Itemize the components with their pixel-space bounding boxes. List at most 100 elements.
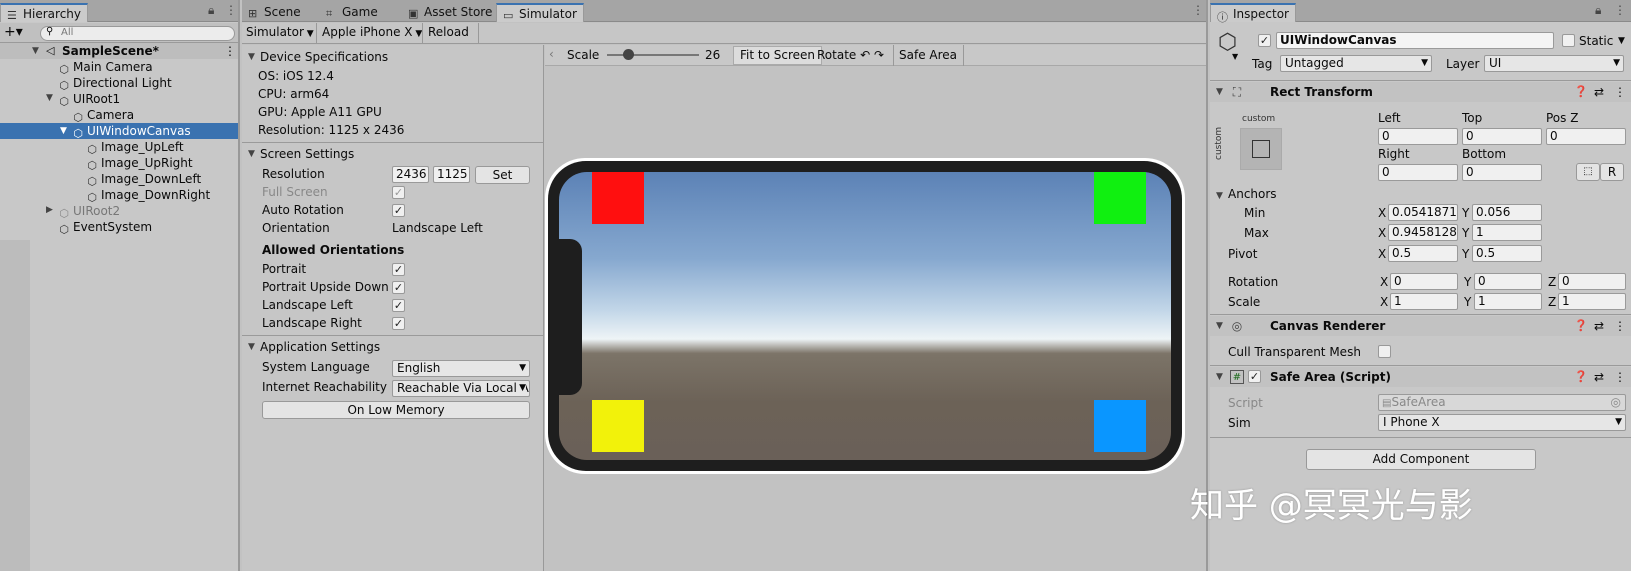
- preset-settings-icon[interactable]: ⇄: [1594, 82, 1604, 102]
- help-icon[interactable]: ❓: [1574, 82, 1588, 102]
- scale-y-field[interactable]: 1: [1474, 293, 1542, 310]
- component-menu-icon[interactable]: ⋮: [1614, 316, 1626, 336]
- collapse-arrow-icon[interactable]: ▶: [46, 205, 53, 215]
- tab-inspector[interactable]: ⓘ Inspector: [1210, 3, 1296, 24]
- panel-menu-icon[interactable]: ⋮: [1614, 3, 1627, 17]
- tag-dropdown[interactable]: Untagged ▼: [1280, 55, 1432, 72]
- hierarchy-item[interactable]: ⬡ Image_DownLeft: [86, 171, 201, 188]
- set-resolution-button[interactable]: Set: [475, 166, 530, 184]
- landscape-right-checkbox[interactable]: ✓: [392, 317, 405, 330]
- expand-arrow-icon[interactable]: ▼: [60, 123, 67, 139]
- fit-to-screen-button[interactable]: Fit to Screen: [733, 46, 822, 65]
- on-low-memory-button[interactable]: On Low Memory: [262, 401, 530, 419]
- rotation-x-field[interactable]: 0: [1390, 273, 1458, 290]
- anchor-preset-button[interactable]: custom: [1232, 114, 1288, 170]
- anchor-max-x-field[interactable]: 0.9458128: [1388, 224, 1458, 241]
- anchor-max-y-field[interactable]: 1: [1472, 224, 1542, 241]
- device-dropdown[interactable]: Apple iPhone X ▼: [322, 25, 422, 39]
- chevron-down-icon[interactable]: ▼: [1618, 36, 1625, 46]
- left-field[interactable]: 0: [1378, 128, 1458, 145]
- rotation-y-field[interactable]: 0: [1474, 273, 1542, 290]
- tab-simulator[interactable]: ▭ Simulator: [496, 3, 584, 22]
- portrait-upside-down-checkbox[interactable]: ✓: [392, 281, 405, 294]
- active-checkbox[interactable]: ✓: [1258, 34, 1271, 47]
- expand-arrow-icon[interactable]: ▼: [1216, 82, 1223, 102]
- preset-settings-icon[interactable]: ⇄: [1594, 367, 1604, 387]
- hierarchy-item[interactable]: ⬡ Image_UpRight: [86, 155, 192, 172]
- reload-button[interactable]: Reload: [428, 25, 469, 39]
- hierarchy-item[interactable]: ⬡ Directional Light: [58, 75, 171, 92]
- expand-arrow-icon[interactable]: ▼: [46, 93, 53, 103]
- portrait-checkbox[interactable]: ✓: [392, 263, 405, 276]
- hierarchy-item[interactable]: ⬡ Camera: [72, 107, 134, 124]
- blueprint-mode-button[interactable]: ⬚: [1576, 163, 1600, 181]
- chevron-down-icon[interactable]: ▼: [1232, 52, 1238, 61]
- anchor-min-y-field[interactable]: 0.056: [1472, 204, 1542, 221]
- collapse-panel-icon[interactable]: ‹: [549, 47, 554, 61]
- component-menu-icon[interactable]: ⋮: [1614, 82, 1626, 102]
- panel-menu-icon[interactable]: ⋮: [1192, 3, 1205, 17]
- search-input[interactable]: ⚲ All: [40, 26, 235, 41]
- anchor-min-x-field[interactable]: 0.05418719: [1388, 204, 1458, 221]
- layer-dropdown[interactable]: UI ▼: [1484, 55, 1624, 72]
- expand-arrow-icon[interactable]: ▼: [1216, 316, 1223, 336]
- safe-area-button[interactable]: Safe Area: [899, 48, 957, 62]
- hierarchy-item-selected[interactable]: ▼ ⬡ UIWindowCanvas: [0, 123, 238, 140]
- preset-settings-icon[interactable]: ⇄: [1594, 316, 1604, 336]
- app-settings-header[interactable]: ▼ Application Settings: [242, 337, 543, 357]
- expand-arrow-icon[interactable]: ▼: [32, 43, 39, 59]
- rotate-button[interactable]: Rotate ↶ ↷: [817, 48, 884, 62]
- help-icon[interactable]: ❓: [1574, 316, 1588, 336]
- hierarchy-item[interactable]: ⬡ UIRoot1: [58, 91, 120, 108]
- scene-menu-icon[interactable]: ⋮: [224, 43, 236, 59]
- posz-field[interactable]: 0: [1546, 128, 1626, 145]
- expand-arrow-icon[interactable]: ▼: [1216, 191, 1223, 201]
- hierarchy-item[interactable]: ⬡ Image_DownRight: [86, 187, 210, 204]
- rotate-right-icon[interactable]: ↷: [874, 48, 884, 62]
- expand-arrow-icon[interactable]: ▼: [1216, 367, 1223, 387]
- rotate-left-icon[interactable]: ↶: [860, 48, 870, 62]
- cull-transparent-mesh-checkbox[interactable]: [1378, 345, 1391, 358]
- scene-row[interactable]: ▼ ◁ SampleScene* ⋮: [0, 43, 238, 59]
- right-field[interactable]: 0: [1378, 164, 1458, 181]
- tab-scene[interactable]: ⊞ Scene: [242, 3, 307, 22]
- add-component-button[interactable]: Add Component: [1306, 449, 1536, 470]
- screen-settings-header[interactable]: ▼ Screen Settings: [242, 144, 543, 164]
- hierarchy-item[interactable]: ⬡ EventSystem: [58, 219, 152, 236]
- scale-z-field[interactable]: 1: [1558, 293, 1626, 310]
- hierarchy-item-inactive[interactable]: ⬡ UIRoot2: [58, 203, 120, 220]
- canvas-renderer-header[interactable]: ▼ ◎ Canvas Renderer ❓ ⇄ ⋮: [1210, 316, 1631, 336]
- landscape-left-checkbox[interactable]: ✓: [392, 299, 405, 312]
- raw-edit-button[interactable]: R: [1600, 163, 1624, 181]
- expand-arrow-icon[interactable]: ▼: [248, 337, 255, 357]
- safe-area-script-header[interactable]: ▼ # ✓ Safe Area (Script) ❓ ⇄ ⋮: [1210, 367, 1631, 387]
- component-menu-icon[interactable]: ⋮: [1614, 367, 1626, 387]
- lock-icon[interactable]: 🔒︎: [208, 3, 215, 18]
- rect-transform-header[interactable]: ▼ ⛶ Rect Transform ❓ ⇄ ⋮: [1210, 82, 1631, 102]
- mode-dropdown[interactable]: Simulator ▼: [246, 25, 314, 39]
- help-icon[interactable]: ❓: [1574, 367, 1588, 387]
- auto-rotation-checkbox[interactable]: ✓: [392, 204, 405, 217]
- pivot-y-field[interactable]: 0.5: [1472, 245, 1542, 262]
- bottom-field[interactable]: 0: [1462, 164, 1542, 181]
- tab-hierarchy[interactable]: ☰ Hierarchy: [0, 3, 89, 22]
- hierarchy-item[interactable]: ⬡ Image_UpLeft: [86, 139, 183, 156]
- panel-menu-icon[interactable]: ⋮: [225, 3, 238, 17]
- resolution-width-field[interactable]: 2436: [392, 166, 429, 183]
- script-enabled-checkbox[interactable]: ✓: [1248, 370, 1261, 383]
- expand-arrow-icon[interactable]: ▼: [248, 47, 255, 67]
- tab-game[interactable]: ⌗ Game: [320, 3, 384, 22]
- static-checkbox[interactable]: [1562, 34, 1575, 47]
- expand-arrow-icon[interactable]: ▼: [248, 144, 255, 164]
- slider-thumb[interactable]: [623, 49, 635, 60]
- resolution-height-field[interactable]: 1125: [433, 166, 470, 183]
- top-field[interactable]: 0: [1462, 128, 1542, 145]
- add-object-button[interactable]: +▾: [4, 24, 23, 40]
- tab-asset-store[interactable]: ▣ Asset Store: [402, 3, 498, 22]
- sim-dropdown[interactable]: I Phone X ▼: [1378, 414, 1626, 431]
- rotation-z-field[interactable]: 0: [1558, 273, 1626, 290]
- pivot-x-field[interactable]: 0.5: [1388, 245, 1458, 262]
- internet-reachability-dropdown[interactable]: Reachable Via Local A ▼: [392, 380, 530, 397]
- scale-slider[interactable]: [607, 49, 699, 61]
- lock-icon[interactable]: 🔒︎: [1595, 3, 1602, 18]
